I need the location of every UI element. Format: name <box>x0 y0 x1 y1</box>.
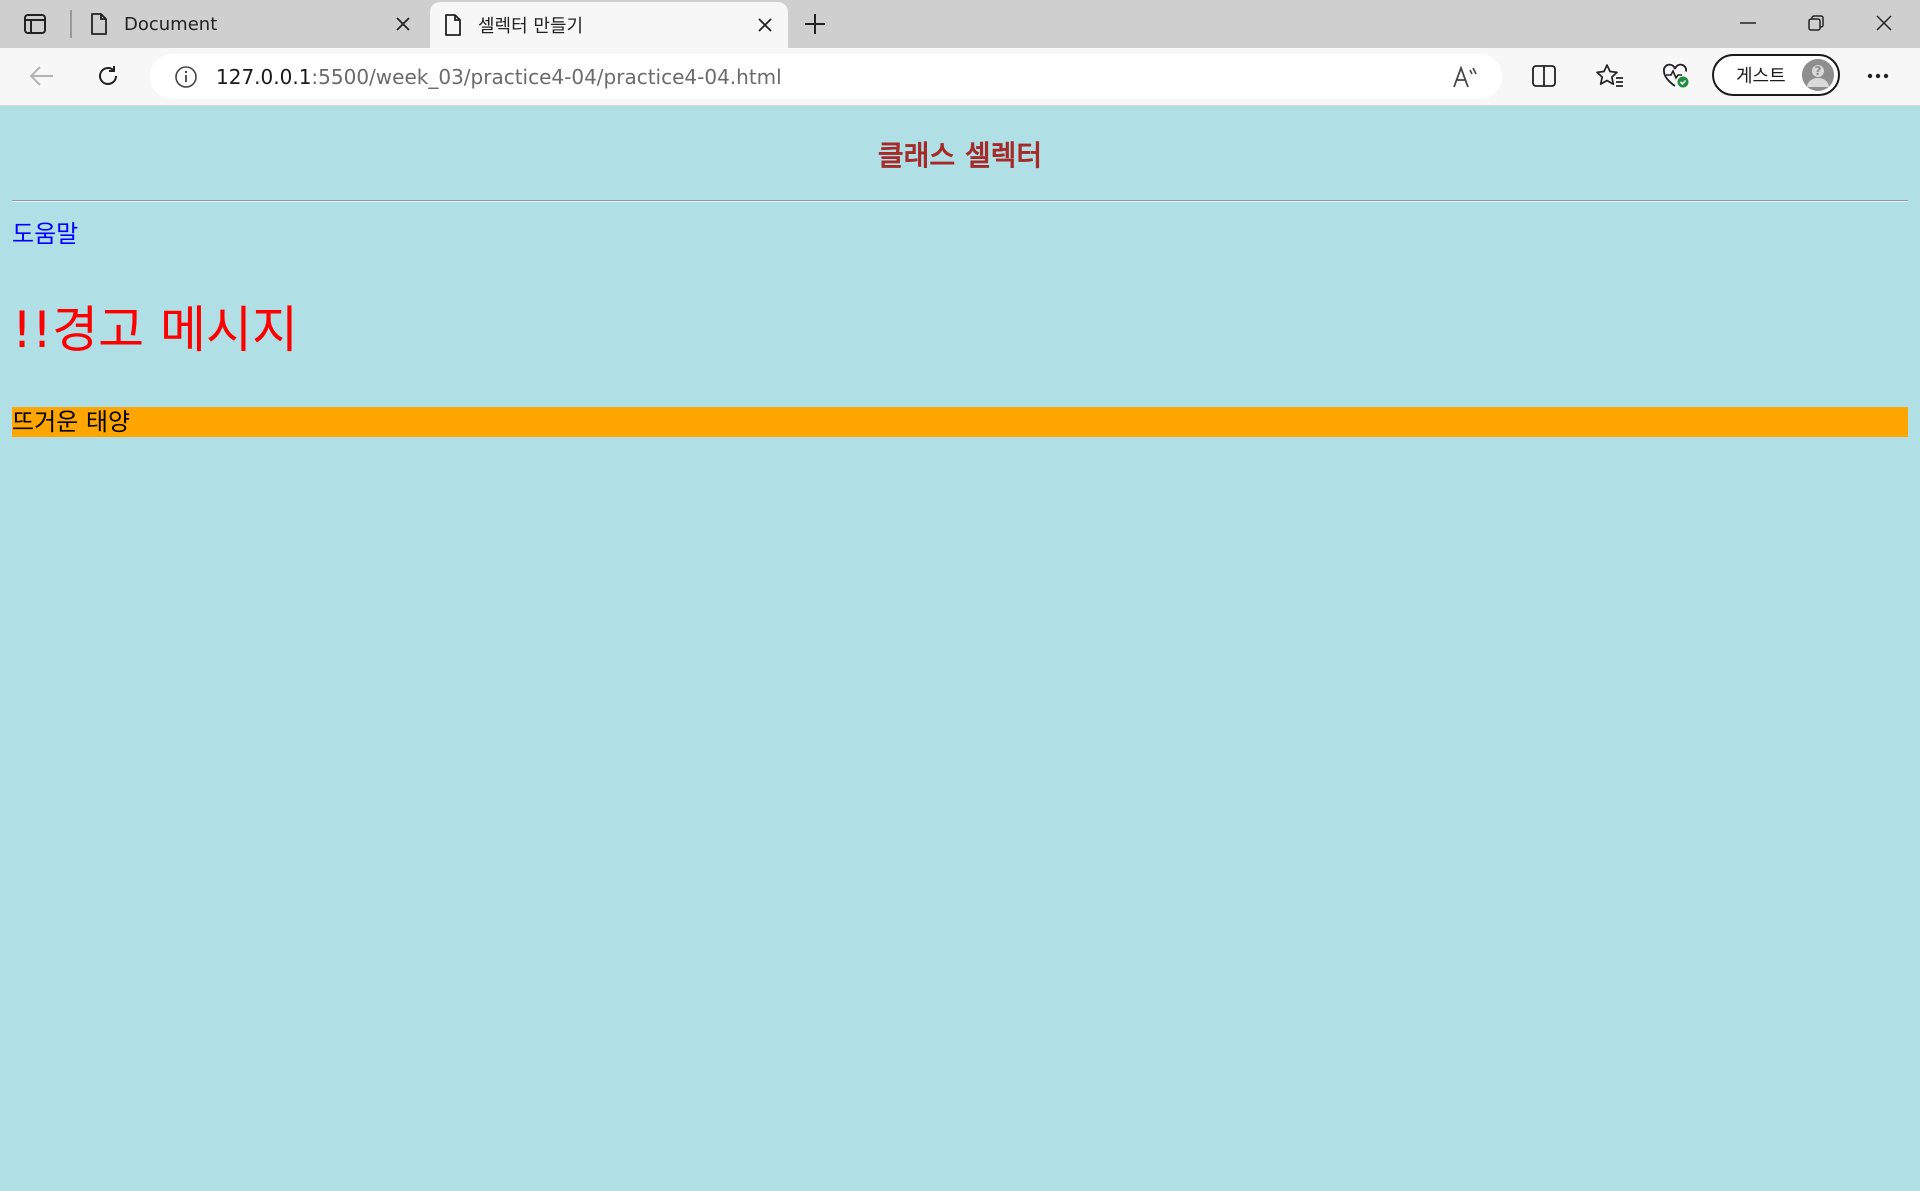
url-text[interactable]: 127.0.0.1:5500/week_03/practice4-04/prac… <box>216 65 782 89</box>
close-icon <box>758 18 772 32</box>
close-icon <box>1876 15 1892 31</box>
tab-close-button[interactable] <box>386 7 420 41</box>
minimize-button[interactable] <box>1714 0 1782 46</box>
reload-icon <box>99 66 117 85</box>
avatar-icon: ? <box>1802 59 1834 91</box>
restore-icon <box>1808 15 1824 31</box>
close-icon <box>396 17 410 31</box>
plus-icon <box>805 14 825 34</box>
browser-toolbar: 127.0.0.1:5500/week_03/practice4-04/prac… <box>0 48 1920 106</box>
info-icon[interactable] <box>174 65 198 89</box>
hot-sun-text: 뜨거운 태양 <box>12 407 1908 437</box>
split-screen-button[interactable] <box>1524 56 1564 96</box>
help-text: 도움말 <box>12 220 79 248</box>
profile-label: 게스트 <box>1736 66 1786 87</box>
tab-title: Document <box>124 13 218 35</box>
page-heading: 클래스 셀렉터 <box>877 139 1043 172</box>
page-icon <box>90 13 108 35</box>
new-tab-button[interactable] <box>798 8 832 40</box>
reload-button[interactable] <box>88 56 128 96</box>
horizontal-rule <box>12 200 1908 202</box>
back-arrow-icon <box>30 66 53 86</box>
browser-essentials-icon <box>1663 63 1689 88</box>
tab-close-button[interactable] <box>748 8 782 42</box>
browser-essentials-button[interactable] <box>1656 56 1696 96</box>
tab-title: 셀렉터 만들기 <box>478 16 584 37</box>
warning-message: !!경고 메시지 <box>12 301 298 359</box>
more-icon <box>1867 73 1889 79</box>
favorites-button[interactable] <box>1590 56 1630 96</box>
page-icon <box>444 14 462 36</box>
more-button[interactable] <box>1858 56 1898 96</box>
tab-actions-button[interactable] <box>20 10 50 38</box>
svg-text:?: ? <box>1815 64 1822 78</box>
tab-strip: Document 셀렉터 만들기 <box>0 0 1920 48</box>
url-host: 127.0.0.1 <box>216 64 312 89</box>
tab-selector[interactable]: 셀렉터 만들기 <box>430 2 788 48</box>
read-aloud-button[interactable] <box>1450 62 1480 92</box>
back-button[interactable] <box>22 56 62 96</box>
tab-separator <box>70 10 72 38</box>
tab-document[interactable]: Document <box>76 0 426 48</box>
minimize-icon <box>1740 22 1756 24</box>
tab-actions-icon <box>24 14 46 34</box>
read-aloud-icon <box>1453 65 1477 88</box>
profile-button[interactable]: 게스트 ? <box>1712 54 1840 96</box>
close-window-button[interactable] <box>1850 0 1918 46</box>
restore-button[interactable] <box>1782 0 1850 46</box>
split-screen-icon <box>1532 65 1556 87</box>
page-content: 클래스 셀렉터 도움말 !!경고 메시지 뜨거운 태양 <box>0 106 1920 1191</box>
favorites-icon <box>1596 64 1623 87</box>
url-path: :5500/week_03/practice4-04/practice4-04.… <box>311 64 782 89</box>
address-bar[interactable]: 127.0.0.1:5500/week_03/practice4-04/prac… <box>150 54 1502 99</box>
